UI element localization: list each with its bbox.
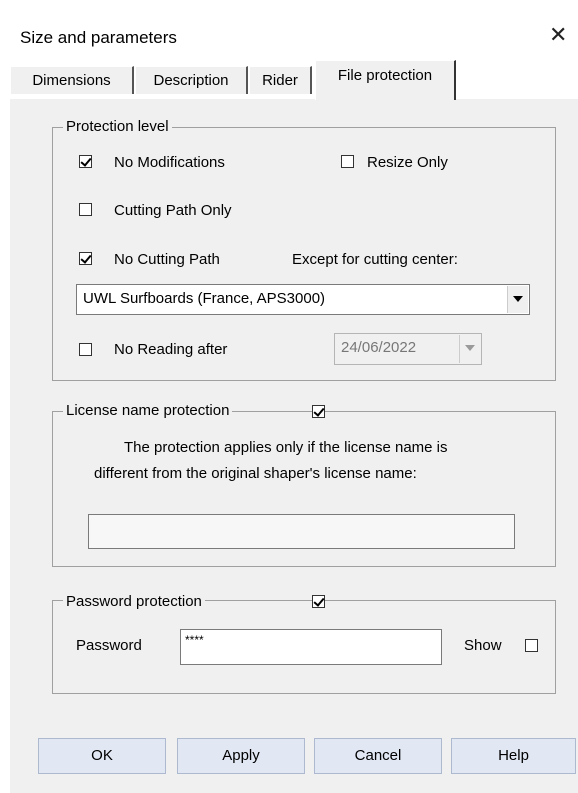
password-input[interactable]: **** xyxy=(180,629,442,665)
license-protection-legend: License name protection xyxy=(63,402,233,419)
resize-only-label: Resize Only xyxy=(367,154,448,171)
license-protection-checkbox[interactable] xyxy=(312,405,325,418)
license-name-field[interactable] xyxy=(88,514,515,549)
no-reading-after-checkbox[interactable] xyxy=(79,343,92,356)
tab-dimensions[interactable]: Dimensions xyxy=(10,66,134,94)
password-label: Password xyxy=(76,637,142,654)
no-cutting-path-checkbox[interactable] xyxy=(79,252,92,265)
license-description-line2: different from the original shaper's lic… xyxy=(94,465,417,482)
password-protection-checkbox[interactable] xyxy=(312,595,325,608)
cutting-path-only-checkbox[interactable] xyxy=(79,203,92,216)
reading-date-value: 24/06/2022 xyxy=(341,339,417,356)
show-password-checkbox[interactable] xyxy=(525,639,538,652)
protection-level-legend: Protection level xyxy=(63,118,172,135)
cutting-center-value: UWL Surfboards (France, APS3000) xyxy=(83,290,326,307)
cutting-path-only-label: Cutting Path Only xyxy=(114,202,232,219)
password-protection-legend: Password protection xyxy=(63,593,205,610)
reading-date-dropdown[interactable]: 24/06/2022 xyxy=(334,333,482,365)
close-icon[interactable]: ✕ xyxy=(549,24,567,46)
license-description-line1: The protection applies only if the licen… xyxy=(124,439,448,456)
tab-file-protection[interactable]: File protection xyxy=(315,60,456,100)
password-value: **** xyxy=(185,633,204,647)
no-cutting-path-label: No Cutting Path xyxy=(114,251,220,268)
resize-only-checkbox[interactable] xyxy=(341,155,354,168)
no-modifications-checkbox[interactable] xyxy=(79,155,92,168)
cancel-button[interactable]: Cancel xyxy=(314,738,442,774)
tab-description[interactable]: Description xyxy=(135,66,248,94)
no-reading-after-label: No Reading after xyxy=(114,341,228,358)
no-modifications-label: No Modifications xyxy=(114,154,225,171)
chevron-down-icon[interactable] xyxy=(459,335,480,363)
tab-rider[interactable]: Rider xyxy=(249,66,312,94)
except-cutting-center-label: Except for cutting center: xyxy=(292,251,458,268)
cutting-center-dropdown[interactable]: UWL Surfboards (France, APS3000) xyxy=(76,284,530,315)
help-button[interactable]: Help xyxy=(451,738,576,774)
show-password-label: Show xyxy=(464,637,502,654)
chevron-down-icon[interactable] xyxy=(507,286,528,313)
title-bar: Size and parameters ✕ xyxy=(0,0,578,60)
window-title: Size and parameters xyxy=(20,28,177,47)
apply-button[interactable]: Apply xyxy=(177,738,305,774)
ok-button[interactable]: OK xyxy=(38,738,166,774)
